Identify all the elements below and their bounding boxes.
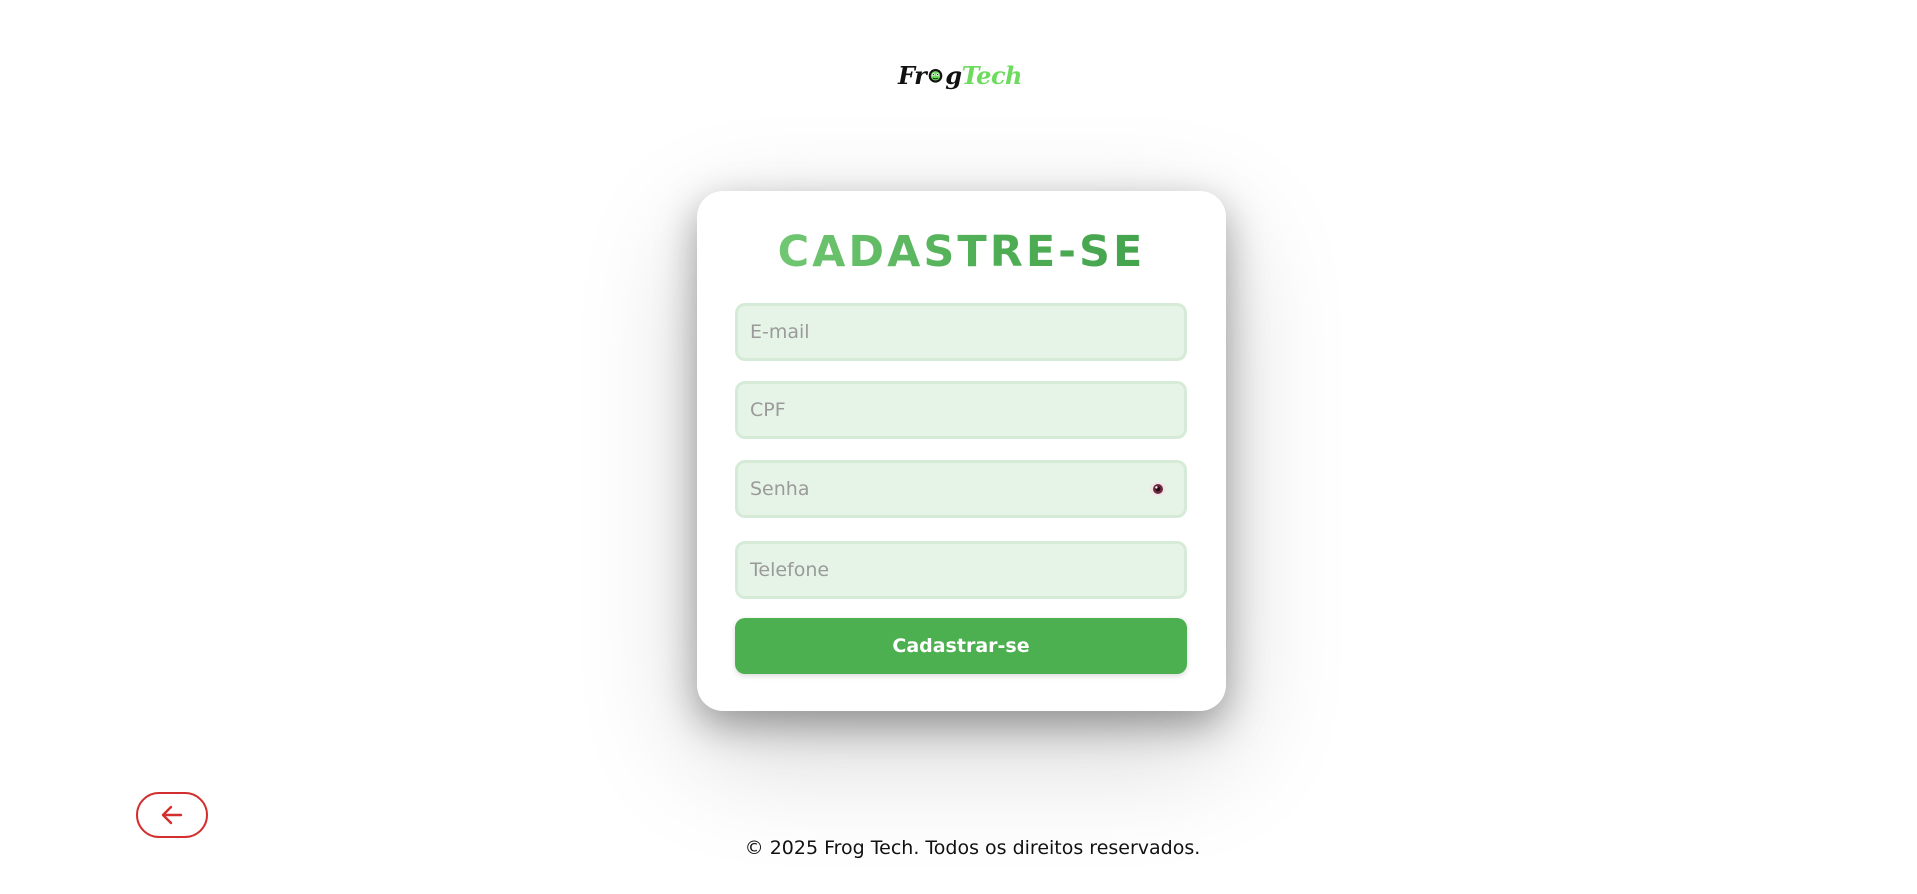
cpf-input[interactable] <box>750 384 1184 436</box>
form-title: CADASTRE-SE <box>697 227 1226 277</box>
email-field-wrapper <box>735 303 1187 361</box>
signup-card: CADASTRE-SE Cadastrar-se <box>697 191 1226 711</box>
eye-icon[interactable] <box>1148 481 1168 497</box>
logo-text-dark: Fr <box>898 60 927 90</box>
phone-input[interactable] <box>750 544 1184 596</box>
arrow-left-icon <box>161 805 183 825</box>
footer-copyright: © 2025 Frog Tech. Todos os direitos rese… <box>744 837 1201 859</box>
password-field-wrapper <box>735 460 1187 518</box>
signup-page: Fr g Tech CADASTRE-SE E-mail CPF Telefon… <box>0 0 1917 894</box>
password-input[interactable] <box>750 463 1184 515</box>
frog-head-icon <box>928 69 943 83</box>
cpf-field-wrapper <box>735 381 1187 439</box>
logo-text-dark-2: g <box>945 60 962 90</box>
logo-text-accent: Tech <box>961 60 1023 90</box>
footer: © 2025 Frog Tech. Todos os direitos rese… <box>0 837 1917 859</box>
signup-submit-button[interactable]: Cadastrar-se <box>735 618 1187 674</box>
frogtech-logo: Fr g Tech <box>898 58 1023 92</box>
email-input[interactable] <box>750 306 1184 358</box>
back-button[interactable] <box>136 792 208 838</box>
phone-field-wrapper <box>735 541 1187 599</box>
